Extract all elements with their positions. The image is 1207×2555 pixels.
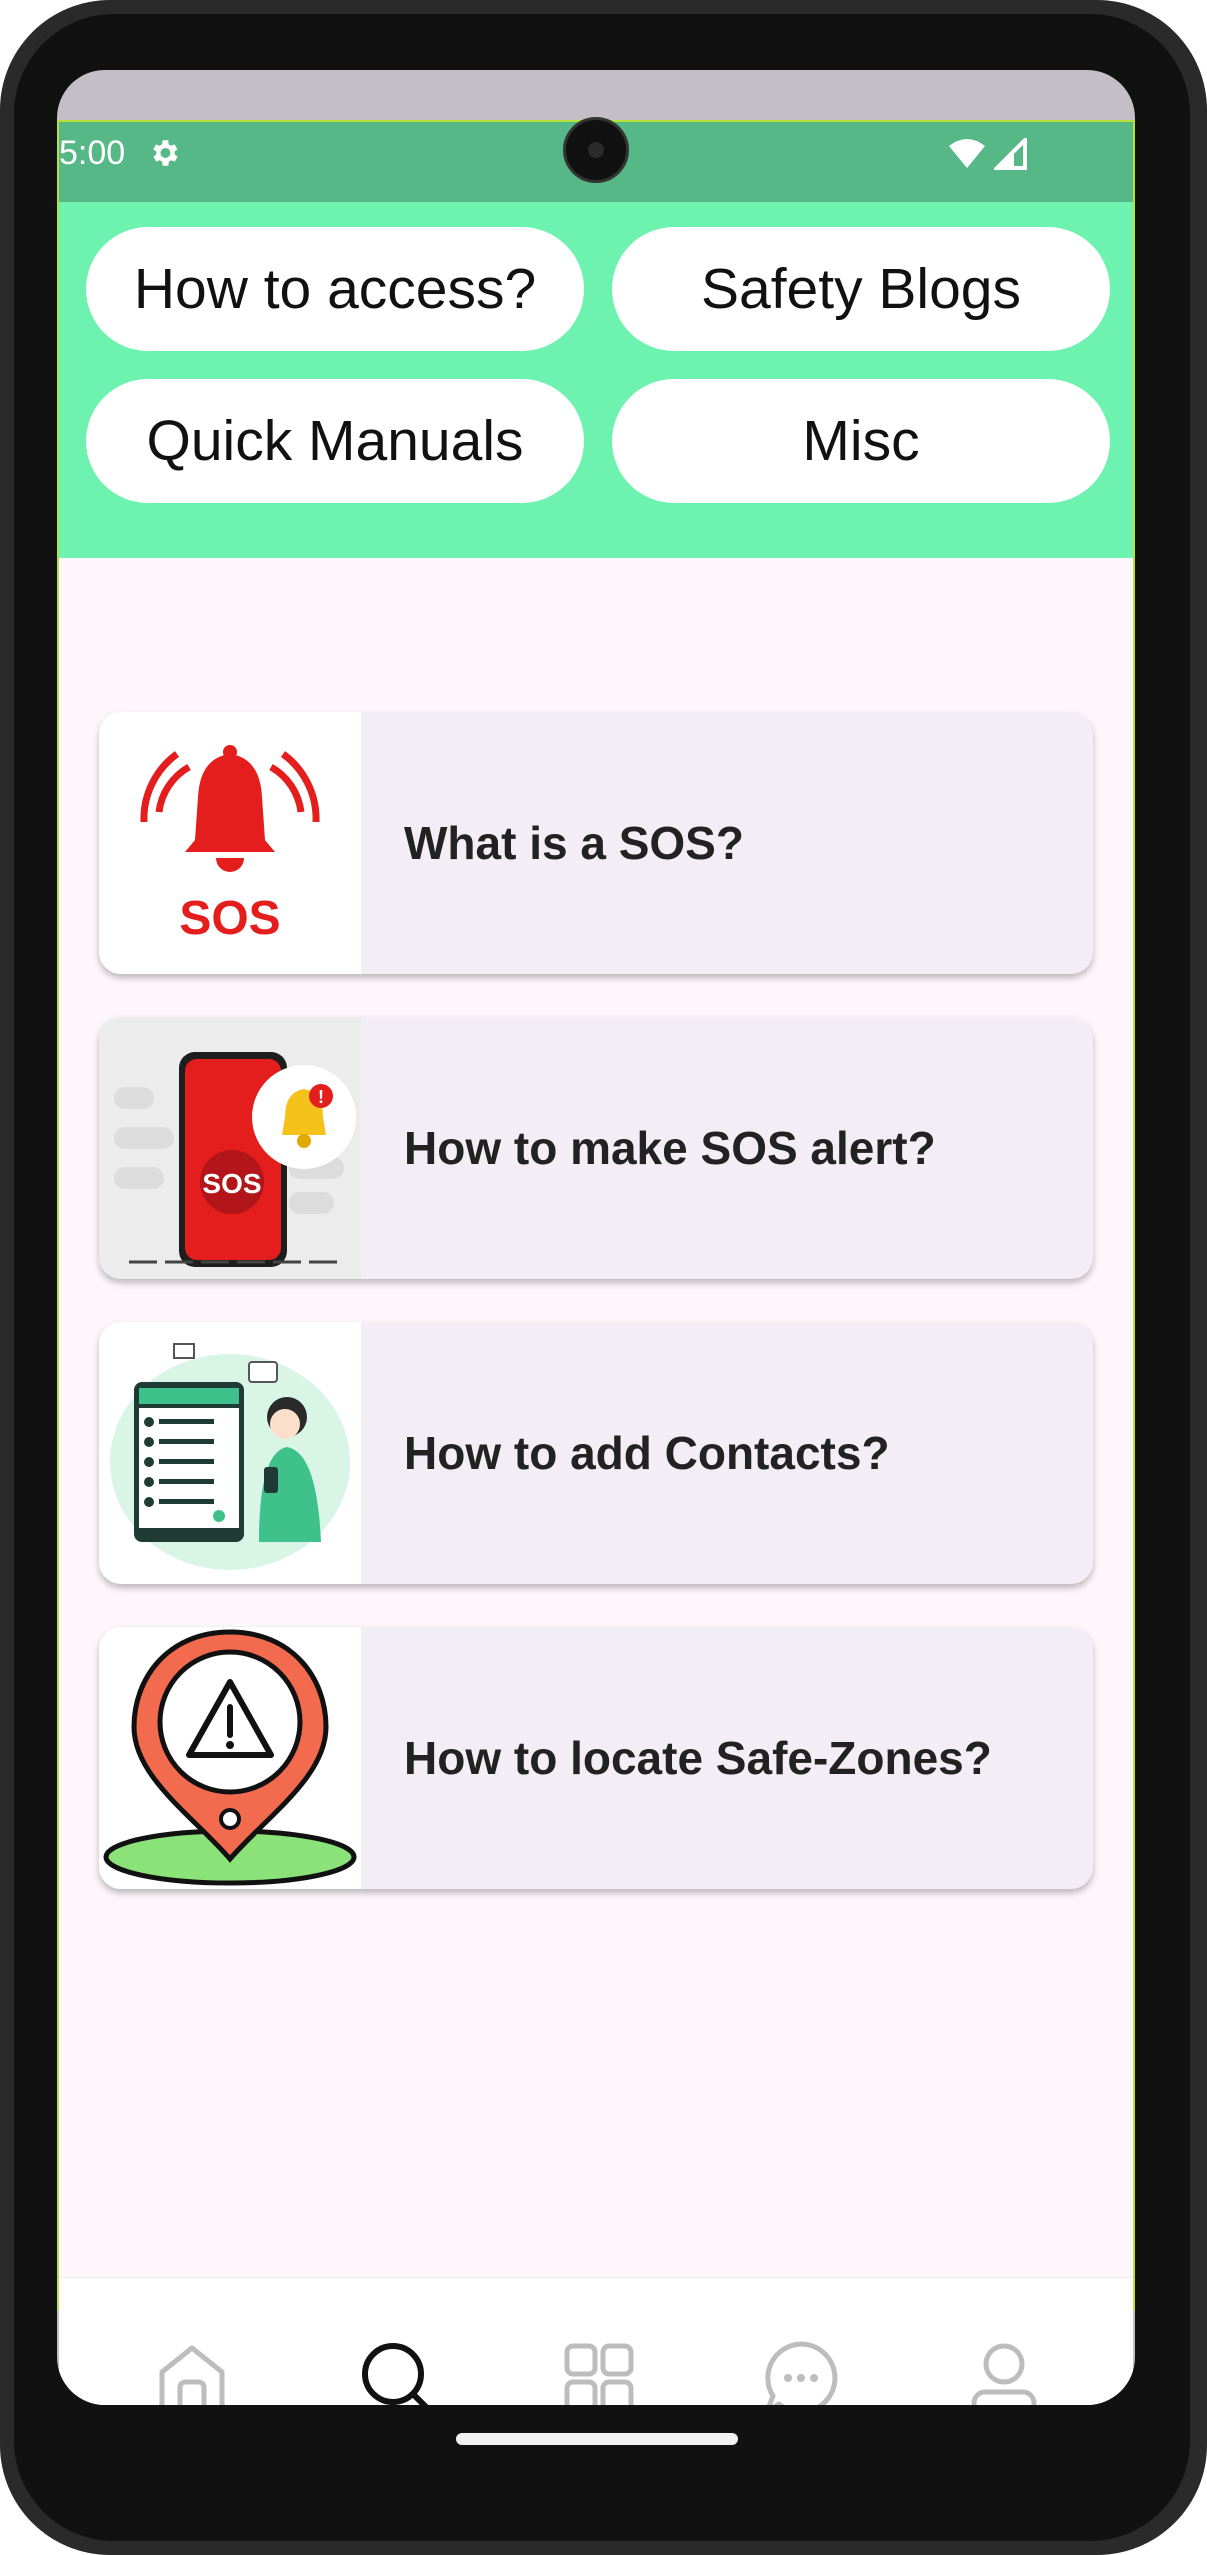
chip-label: Quick Manuals <box>146 409 524 473</box>
chip-label: Safety Blogs <box>700 257 1021 321</box>
chip-misc[interactable]: Misc <box>612 379 1110 503</box>
sos-label: SOS <box>179 892 280 945</box>
bottom-nav <box>59 2277 1133 2405</box>
category-bar: How to access? Safety Blogs Quick Manual… <box>59 202 1133 558</box>
card-title: What is a SOS? <box>404 817 744 869</box>
card-how-to-add-contacts[interactable]: How to add Contacts? <box>99 1322 1093 1584</box>
gear-icon <box>153 140 178 166</box>
sos-label: SOS <box>202 1168 261 1199</box>
contacts-illustration-icon <box>99 1322 361 1584</box>
profile-icon[interactable] <box>964 2338 1044 2405</box>
chip-label: How to access? <box>133 257 537 321</box>
card-what-is-sos[interactable]: SOS What is a SOS? <box>99 712 1093 974</box>
search-icon[interactable] <box>357 2338 437 2405</box>
card-how-to-make-sos-alert[interactable]: SOS ! How to make SOS alert? <box>99 1017 1093 1279</box>
chip-label: Misc <box>802 409 920 473</box>
sos-bell-icon: SOS <box>99 712 361 974</box>
wifi-icon <box>949 139 985 168</box>
card-title: How to add Contacts? <box>404 1427 890 1479</box>
grid-icon[interactable] <box>559 2338 639 2405</box>
chip-safety-blogs[interactable]: Safety Blogs <box>612 227 1110 351</box>
card-title: How to locate Safe-Zones? <box>404 1732 992 1784</box>
signal-icon <box>994 138 1027 170</box>
chat-icon[interactable] <box>761 2338 841 2405</box>
app-window: 5:00 How to access? Safety Blogs Quick M <box>57 117 1135 2405</box>
front-camera <box>563 117 629 183</box>
card-how-to-locate-safe-zones[interactable]: How to locate Safe-Zones? <box>99 1627 1093 1889</box>
home-icon[interactable] <box>152 2338 232 2405</box>
card-title: How to make SOS alert? <box>404 1122 936 1174</box>
gesture-bar[interactable] <box>456 2433 738 2445</box>
chip-how-to-access[interactable]: How to access? <box>86 227 584 351</box>
status-time: 5:00 <box>59 134 126 172</box>
chip-quick-manuals[interactable]: Quick Manuals <box>86 379 584 503</box>
status-bar: 5:00 <box>59 117 1133 202</box>
phone-sos-alert-icon: SOS ! <box>99 1017 361 1279</box>
location-warning-icon <box>99 1627 361 1889</box>
svg-text:!: ! <box>318 1087 324 1107</box>
screen: 5:00 How to access? Safety Blogs Quick M <box>57 70 1135 2405</box>
